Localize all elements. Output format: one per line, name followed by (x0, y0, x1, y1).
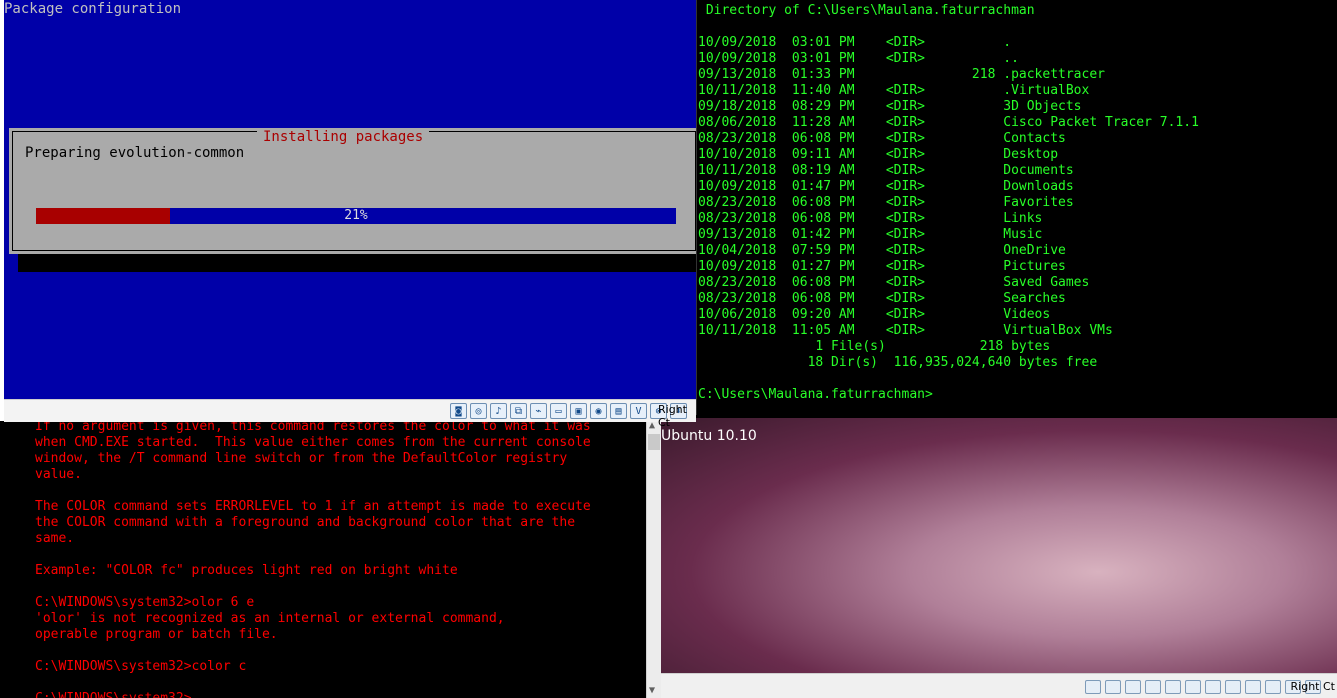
terminal-line: The COLOR command sets ERRORLEVEL to 1 i… (35, 499, 591, 514)
ubuntu-vm-window[interactable]: Ubuntu 10.10 Right Ct (655, 418, 1337, 698)
terminal-line: 10/11/2018 11:40 AM <DIR> .VirtualBox (698, 83, 1090, 98)
video-capture-icon[interactable]: ◉ (590, 403, 607, 419)
installing-packages-dialog: Installing packages Preparing evolution-… (9, 128, 699, 254)
terminal-line: 10/06/2018 09:20 AM <DIR> Videos (698, 307, 1051, 322)
vbox-status-bar: ◙ ◎ ♪ ⧉ ⌁ ▭ ▣ ◉ ▤ V ⊗ ⬇ Right Ct (4, 399, 696, 429)
terminal-line: Directory of C:\Users\Maulana.faturrachm… (698, 3, 1035, 18)
terminal-line: C:\WINDOWS\system32>color c (35, 659, 247, 674)
shared-folders-icon[interactable] (1185, 680, 1201, 694)
shared-folders-icon[interactable]: ▭ (550, 403, 567, 419)
progress-percentage: 21% (344, 208, 368, 223)
optical-drive-icon[interactable] (1105, 680, 1121, 694)
audio-icon[interactable] (1125, 680, 1141, 694)
host-key-label: Right Ct (1290, 680, 1335, 693)
mouse-integration-icon[interactable] (1265, 680, 1281, 694)
dialog-message: Preparing evolution-common (25, 145, 245, 161)
terminal-line: 10/09/2018 03:01 PM <DIR> .. (698, 51, 1019, 66)
terminal-line: 08/23/2018 06:08 PM <DIR> Links (698, 211, 1043, 226)
host-key-label: Right Ct (658, 403, 687, 429)
display-icon[interactable]: ▣ (570, 403, 587, 419)
red-cmd-scrollbar[interactable]: ▲ ▼ (646, 418, 661, 698)
terminal-line: 10/09/2018 01:27 PM <DIR> Pictures (698, 259, 1066, 274)
hard-disk-icon[interactable]: ◙ (450, 403, 467, 419)
terminal-line: 08/06/2018 11:28 AM <DIR> Cisco Packet T… (698, 115, 1199, 130)
green-cmd-window[interactable]: Directory of C:\Users\Maulana.faturrachm… (696, 0, 1337, 415)
terminal-line: the COLOR command with a foreground and … (35, 515, 576, 530)
ubuntu-status-bar: Right Ct (655, 673, 1337, 698)
dialog-title: Installing packages (257, 129, 430, 145)
package-configuration-title: Package configuration (4, 1, 182, 17)
cpu-icon[interactable]: ▤ (610, 403, 627, 419)
scrollbar-thumb[interactable] (648, 434, 660, 450)
terminal-line: 08/23/2018 06:08 PM <DIR> Searches (698, 291, 1066, 306)
terminal-line: 10/11/2018 08:19 AM <DIR> Documents (698, 163, 1074, 178)
dialog-shadow (18, 254, 696, 272)
terminal-line: 08/23/2018 06:08 PM <DIR> Saved Games (698, 275, 1090, 290)
terminal-line: 09/13/2018 01:42 PM <DIR> Music (698, 227, 1043, 242)
terminal-line: C:\WINDOWS\system32> (35, 691, 591, 698)
terminal-line: 10/10/2018 09:11 AM <DIR> Desktop (698, 147, 1059, 162)
terminal-line: 10/11/2018 11:05 AM <DIR> VirtualBox VMs (698, 323, 1113, 338)
usb-icon[interactable] (1165, 680, 1181, 694)
terminal-line: C:\Users\Maulana.faturrachman> (698, 387, 933, 402)
ubuntu-status-icons (1085, 680, 1321, 694)
terminal-line: when CMD.EXE started. This value either … (35, 435, 591, 450)
optical-drive-icon[interactable]: ◎ (470, 403, 487, 419)
usb-icon[interactable]: ⌁ (530, 403, 547, 419)
terminal-line: 10/09/2018 03:01 PM <DIR> . (698, 35, 1012, 50)
progress-bar: 21% (36, 208, 676, 224)
terminal-line: 1 File(s) 218 bytes (698, 339, 1051, 354)
terminal-line: C:\WINDOWS\system32>olor 6 e (35, 595, 255, 610)
green-cmd-output[interactable]: Directory of C:\Users\Maulana.faturrachm… (698, 3, 1199, 403)
terminal-line: value. (35, 467, 82, 482)
network-icon[interactable]: ⧉ (510, 403, 527, 419)
cpu-icon[interactable] (1245, 680, 1261, 694)
terminal-line: 18 Dir(s) 116,935,024,640 bytes free (698, 355, 1098, 370)
terminal-line: 'olor' is not recognized as an internal … (35, 611, 505, 626)
audio-icon[interactable]: ♪ (490, 403, 507, 419)
red-cmd-window[interactable]: If no argument is given, this command re… (34, 418, 661, 698)
terminal-line: operable program or batch file. (35, 627, 278, 642)
terminal-line: 09/18/2018 08:29 PM <DIR> 3D Objects (698, 99, 1082, 114)
hard-disk-icon[interactable] (1085, 680, 1101, 694)
terminal-line: 10/09/2018 01:47 PM <DIR> Downloads (698, 179, 1074, 194)
video-capture-icon[interactable] (1225, 680, 1241, 694)
display-icon[interactable] (1205, 680, 1221, 694)
vbox-vm-window[interactable]: Package configuration Installing package… (0, 0, 699, 429)
terminal-line: 10/04/2018 07:59 PM <DIR> OneDrive (698, 243, 1066, 258)
terminal-line: 08/23/2018 06:08 PM <DIR> Contacts (698, 131, 1066, 146)
terminal-line: same. (35, 531, 75, 546)
terminal-line: 09/13/2018 01:33 PM 218 .packettracer (698, 67, 1105, 82)
ubuntu-vm-title: Ubuntu 10.10 (661, 428, 757, 444)
network-icon[interactable] (1145, 680, 1161, 694)
terminal-line: 08/23/2018 06:08 PM <DIR> Favorites (698, 195, 1074, 210)
red-cmd-output[interactable]: If no argument is given, this command re… (35, 419, 591, 698)
terminal-line: window, the /T command line switch or fr… (35, 451, 568, 466)
vbox-status-icons: ◙ ◎ ♪ ⧉ ⌁ ▭ ▣ ◉ ▤ V ⊗ ⬇ (450, 403, 687, 419)
terminal-line: Example: "COLOR fc" produces light red o… (35, 563, 458, 578)
virtualization-icon[interactable]: V (630, 403, 647, 419)
scroll-down-arrow-icon[interactable]: ▼ (649, 685, 655, 696)
